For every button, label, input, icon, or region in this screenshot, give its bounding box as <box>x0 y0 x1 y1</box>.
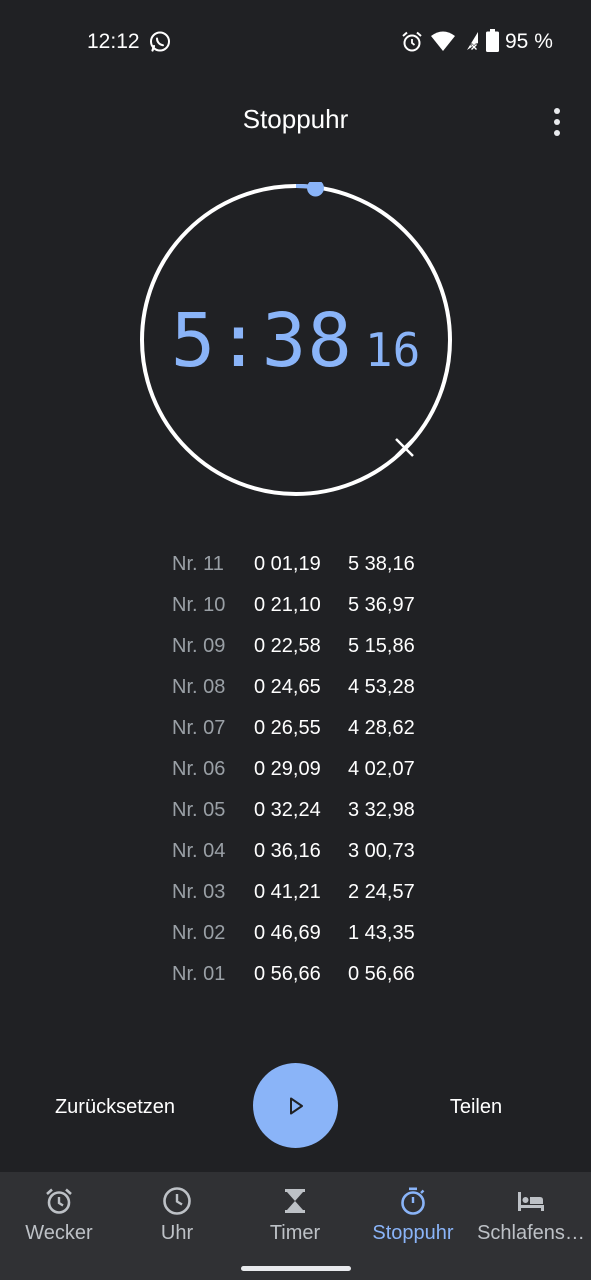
nav-item-bedtime[interactable]: Schlafens… <box>472 1172 590 1252</box>
wifi-icon <box>431 31 455 51</box>
lap-time: 0 46,69 <box>254 922 321 944</box>
elapsed-minutes-seconds: 5:38 <box>170 298 353 384</box>
lap-row: Nr. 08 0 24,65 4 53,28 <box>0 667 591 708</box>
nav-item-alarm[interactable]: Wecker <box>0 1172 118 1252</box>
lap-total: 3 32,98 <box>348 799 415 821</box>
lap-number: Nr. 07 <box>172 717 226 739</box>
lap-marker <box>395 438 414 457</box>
nav-label-alarm: Wecker <box>25 1222 93 1244</box>
lap-time: 0 56,66 <box>254 963 321 985</box>
lap-total: 0 56,66 <box>348 963 415 985</box>
lap-total: 1 43,35 <box>348 922 415 944</box>
nav-label-timer: Timer <box>269 1222 321 1244</box>
lap-time: 0 26,55 <box>254 717 321 739</box>
lap-time: 0 41,21 <box>254 881 321 903</box>
lap-row: Nr. 09 0 22,58 5 15,86 <box>0 626 591 667</box>
lap-number: Nr. 03 <box>172 881 226 903</box>
lap-number: Nr. 08 <box>172 676 226 698</box>
lap-total: 2 24,57 <box>348 881 415 903</box>
lap-total: 4 02,07 <box>348 758 415 780</box>
lap-total: 4 28,62 <box>348 717 415 739</box>
signal-icon <box>467 32 478 51</box>
reset-button[interactable]: Zurücksetzen <box>30 1090 200 1124</box>
bottom-navigation: Wecker Uhr Timer Stoppuhr Schlafens… <box>0 1172 591 1280</box>
battery-icon <box>486 29 499 52</box>
gesture-handle[interactable] <box>241 1266 351 1271</box>
lap-time: 0 22,58 <box>254 635 321 657</box>
share-button[interactable]: Teilen <box>426 1090 526 1124</box>
lap-total: 4 53,28 <box>348 676 415 698</box>
lap-total: 5 38,16 <box>348 553 415 575</box>
lap-row: Nr. 05 0 32,24 3 32,98 <box>0 790 591 831</box>
lap-number: Nr. 09 <box>172 635 226 657</box>
lap-row: Nr. 06 0 29,09 4 02,07 <box>0 749 591 790</box>
more-options-button[interactable] <box>540 104 574 140</box>
lap-number: Nr. 02 <box>172 922 226 944</box>
lap-number: Nr. 01 <box>172 963 226 985</box>
nav-label-stopwatch: Stoppuhr <box>372 1222 454 1244</box>
lap-time: 0 01,19 <box>254 553 321 575</box>
lap-number: Nr. 06 <box>172 758 226 780</box>
lap-time: 0 29,09 <box>254 758 321 780</box>
status-time: 12:12 <box>87 30 140 53</box>
lap-number: Nr. 05 <box>172 799 226 821</box>
lap-total: 3 00,73 <box>348 840 415 862</box>
nav-label-clock: Uhr <box>160 1222 194 1244</box>
more-vert-icon <box>554 108 560 114</box>
lap-total: 5 15,86 <box>348 635 415 657</box>
status-bar: 12:12 95 % <box>0 0 591 84</box>
lap-number: Nr. 10 <box>172 594 226 616</box>
lap-time: 0 36,16 <box>254 840 321 862</box>
alarm-icon <box>46 1188 72 1214</box>
elapsed-hundredths: 16 <box>364 323 421 377</box>
page-title: Stoppuhr <box>242 104 349 134</box>
lap-row: Nr. 02 0 46,69 1 43,35 <box>0 913 591 954</box>
lap-row: Nr. 10 0 21,10 5 36,97 <box>0 585 591 626</box>
lap-row: Nr. 04 0 36,16 3 00,73 <box>0 831 591 872</box>
battery-percentage: 95 % <box>505 30 553 53</box>
lap-row: Nr. 07 0 26,55 4 28,62 <box>0 708 591 749</box>
elapsed-time: 5:38 16 <box>0 298 591 384</box>
lap-list: Nr. 11 0 01,19 5 38,16 Nr. 10 0 21,10 5 36,9… <box>0 544 591 995</box>
play-icon <box>289 1097 303 1114</box>
hourglass-icon <box>285 1189 305 1213</box>
bed-icon <box>518 1192 544 1211</box>
lap-row: Nr. 03 0 41,21 2 24,57 <box>0 872 591 913</box>
play-button[interactable] <box>253 1063 338 1148</box>
lap-number: Nr. 04 <box>172 840 226 862</box>
lap-row: Nr. 01 0 56,66 0 56,66 <box>0 954 591 995</box>
clock-icon <box>163 1187 191 1215</box>
lap-time: 0 21,10 <box>254 594 321 616</box>
lap-time: 0 24,65 <box>254 676 321 698</box>
lap-number: Nr. 11 <box>172 553 224 575</box>
lap-total: 5 36,97 <box>348 594 415 616</box>
progress-marker <box>307 182 324 197</box>
lap-row: Nr. 11 0 01,19 5 38,16 <box>0 544 591 585</box>
nav-label-bedtime: Schlafens… <box>477 1222 585 1244</box>
alarm-status-icon <box>402 31 422 52</box>
nav-item-clock[interactable]: Uhr <box>118 1172 236 1252</box>
lap-time: 0 32,24 <box>254 799 321 821</box>
stopwatch-icon <box>401 1187 425 1215</box>
nav-item-stopwatch[interactable]: Stoppuhr <box>354 1172 472 1252</box>
nav-item-timer[interactable]: Timer <box>236 1172 354 1252</box>
whatsapp-icon <box>150 31 170 52</box>
